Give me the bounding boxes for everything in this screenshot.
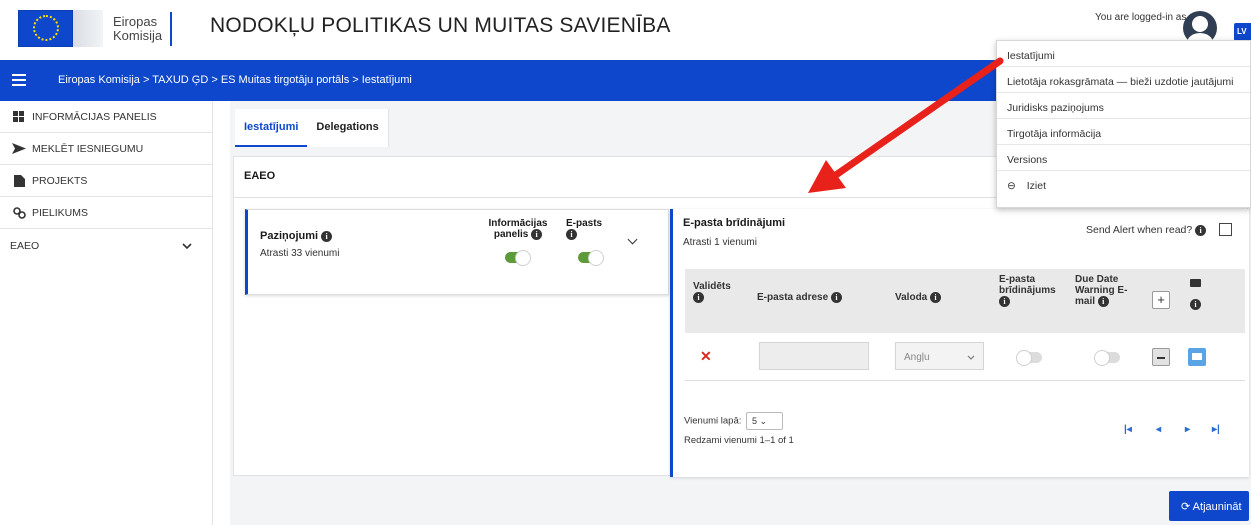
alerts-table-header: Validēts i E-pasta adrese i Valoda i E-p… — [685, 269, 1245, 333]
hamburger-menu-icon[interactable] — [12, 74, 26, 86]
per-page-select[interactable]: 5 ⌄ — [746, 412, 784, 430]
col-language: Valoda — [895, 292, 928, 304]
showing-items-text: Redzami vienumi 1–1 of 1 — [684, 435, 794, 446]
email-alerts-panel: E-pasta brīdinājumi Atrasti 1 vienumi Se… — [670, 209, 1249, 477]
sidebar-item-dashboard[interactable]: INFORMĀCIJAS PANELIS — [0, 101, 212, 133]
prev-page-icon[interactable]: ◂ — [1156, 424, 1161, 435]
dashboard-icon — [12, 111, 26, 123]
refresh-button[interactable]: ⟳ Atjaunināt — [1169, 491, 1249, 521]
menu-item-logout[interactable]: ⊖ Iziet — [997, 171, 1250, 197]
section-title: EAEO — [244, 170, 276, 182]
send-alert-label: Send Alert when read? — [1086, 224, 1193, 236]
info-icon[interactable]: i — [1190, 299, 1201, 310]
tab-bar: Iestatījumi Delegations — [235, 109, 389, 147]
info-icon[interactable]: i — [930, 292, 942, 303]
eu-flag-icon — [18, 10, 73, 47]
alerts-title: E-pasta brīdinājumi — [683, 217, 786, 229]
logo-line1: Eiropas — [113, 13, 158, 29]
breadcrumb[interactable]: Eiropas Komisija > TAXUD ĢD > ES Muitas … — [58, 74, 412, 86]
menu-item-settings[interactable]: Iestatījumi — [997, 41, 1250, 67]
table-row: ✕ Angļu — [685, 333, 1245, 381]
info-icon[interactable]: i — [531, 229, 543, 240]
info-icon[interactable]: i — [566, 229, 577, 240]
sidebar-item-label: PROJEKTS — [32, 174, 88, 187]
info-icon[interactable]: i — [1195, 224, 1207, 236]
sidebar-item-label: MEKLĒT IESNIEGUMU — [32, 142, 144, 155]
next-page-icon[interactable]: ▸ — [1185, 424, 1190, 435]
tab-delegations[interactable]: Delegations — [307, 109, 389, 147]
info-icon[interactable]: i — [999, 296, 1010, 307]
info-icon[interactable]: i — [693, 292, 704, 303]
send-alert-checkbox[interactable] — [1219, 223, 1232, 236]
remove-row-button[interactable] — [1152, 348, 1170, 366]
attachment-icon — [12, 206, 26, 219]
sidebar-item-label: EAEO — [10, 240, 40, 252]
notifications-panel: Paziņojumi i Atrasti 33 vienumi Informāc… — [245, 209, 669, 295]
logo-line2: Komisija — [113, 27, 163, 43]
menu-item-versions[interactable]: Versions — [997, 145, 1250, 171]
language-select[interactable]: Angļu — [895, 342, 984, 370]
col-email-alerts: E-pasta brīdinājums — [999, 274, 1056, 296]
sidebar-item-project[interactable]: PROJEKTS — [0, 165, 212, 197]
menu-item-legal-notice[interactable]: Juridisks paziņojums — [997, 93, 1250, 119]
alerts-count: Atrasti 1 vienumi — [683, 237, 757, 248]
ec-logo[interactable]: Eiropas Komisija — [18, 10, 173, 47]
logout-icon: ⊖ — [1007, 180, 1016, 192]
chevron-down-icon — [182, 242, 192, 249]
send-email-button[interactable] — [1188, 348, 1206, 366]
notifications-title: Paziņojumi — [260, 230, 319, 242]
sidebar-item-label: INFORMĀCIJAS PANELIS — [32, 110, 157, 123]
language-selector[interactable]: LV — [1234, 23, 1251, 41]
col-validated: Validēts — [693, 281, 731, 292]
sidebar: INFORMĀCIJAS PANELIS MEKLĒT IESNIEGUMU P… — [0, 101, 213, 525]
chevron-down-icon[interactable] — [627, 234, 638, 245]
sidebar-item-eaeo[interactable]: EAEO — [0, 229, 212, 263]
menu-item-user-guide[interactable]: Lietotāja rokasgrāmata — bieži uzdotie j… — [997, 67, 1250, 93]
col-email-label: E-pasts — [566, 218, 603, 229]
info-icon[interactable]: i — [1097, 296, 1109, 307]
dashboard-toggle[interactable] — [505, 250, 531, 266]
user-dropdown-menu: Iestatījumi Lietotāja rokasgrāmata — bie… — [996, 40, 1251, 208]
info-icon[interactable]: i — [830, 292, 842, 303]
envelope-icon — [1190, 279, 1201, 287]
site-title: NODOKĻU POLITIKAS UN MUITAS SAVIENĪBA — [210, 14, 671, 37]
info-icon[interactable]: i — [321, 230, 333, 242]
last-page-icon[interactable]: ▸| — [1212, 424, 1220, 435]
col-email-address: E-pasta adrese — [757, 292, 829, 304]
tab-settings[interactable]: Iestatījumi — [235, 109, 308, 147]
sidebar-item-attachment[interactable]: PIELIKUMS — [0, 197, 212, 229]
sidebar-item-search[interactable]: MEKLĒT IESNIEGUMU — [0, 133, 212, 165]
chevron-down-icon — [967, 355, 975, 360]
send-arrow-icon — [12, 143, 26, 155]
refresh-icon: ⟳ — [1181, 501, 1191, 513]
add-row-button[interactable]: + — [1152, 291, 1170, 309]
menu-item-trader-info[interactable]: Tirgotāja informācija — [997, 119, 1250, 145]
email-toggle[interactable] — [578, 250, 604, 266]
email-address-input[interactable] — [759, 342, 869, 370]
notifications-count: Atrasti 33 vienumi — [260, 248, 340, 259]
not-validated-icon: ✕ — [700, 348, 712, 364]
first-page-icon[interactable]: |◂ — [1124, 424, 1132, 435]
logged-in-text: You are logged-in as — [1095, 12, 1187, 23]
sidebar-item-label: PIELIKUMS — [32, 206, 89, 219]
email-alert-toggle[interactable] — [1016, 350, 1042, 366]
per-page-label: Vienumi lapā: — [684, 415, 742, 427]
document-icon — [12, 174, 26, 187]
due-date-toggle[interactable] — [1094, 350, 1120, 366]
